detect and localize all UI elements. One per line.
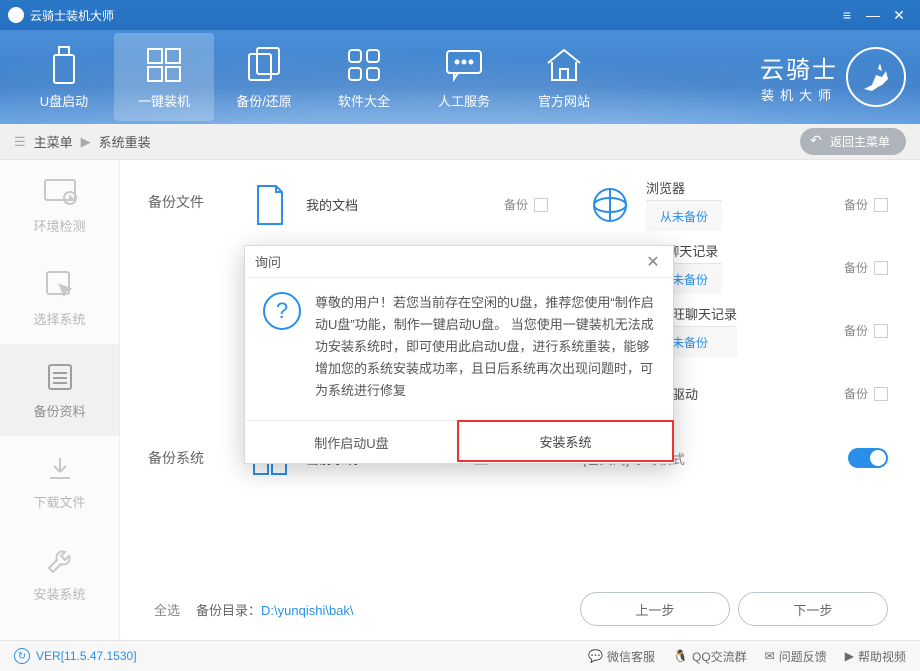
cursor-icon: [44, 269, 76, 301]
link-wechat[interactable]: 💬微信客服: [588, 648, 655, 665]
nav-backup-restore[interactable]: 备份/还原: [214, 33, 314, 121]
question-icon: ?: [263, 292, 301, 330]
checkbox[interactable]: [874, 261, 888, 275]
monitor-icon: [43, 178, 77, 208]
backup-label: 备份: [844, 196, 868, 213]
chat-icon: [444, 45, 484, 85]
link-qq[interactable]: 🐧QQ交流群: [673, 648, 747, 665]
brand-sub: 装机大师: [760, 85, 838, 104]
sidebar-label: 备份资料: [33, 401, 85, 420]
dialog-title: 询问: [255, 252, 281, 271]
status-bar: ↻ VER[11.5.47.1530] 💬微信客服 🐧QQ交流群 ✉问题反馈 ▶…: [0, 640, 920, 671]
brand: 云骑士 装机大师: [760, 47, 906, 107]
file-name: 浏览器: [646, 178, 722, 197]
nav-usb-boot[interactable]: U盘启动: [14, 33, 114, 121]
next-button[interactable]: 下一步: [738, 592, 888, 626]
apps-icon: [345, 45, 383, 85]
dialog-close-button[interactable]: ✕: [643, 252, 663, 272]
nav-label: 软件大全: [338, 91, 390, 110]
footer-controls: 全选 备份目录：D:\yunqishi\bak\ 上一步 下一步: [148, 592, 888, 626]
globe-icon: [588, 183, 632, 227]
sidebar-item-download[interactable]: 下载文件: [0, 436, 119, 528]
nav-label: 官方网站: [538, 91, 590, 110]
dialog-message: 尊敬的用户！若您当前存在空闲的U盘，推荐您使用“制作启动U盘”功能，制作一键启动…: [315, 292, 655, 402]
back-to-main-button[interactable]: 返回主菜单: [800, 128, 906, 155]
checkbox[interactable]: [874, 387, 888, 401]
sidebar: 环境检测 选择系统 备份资料 下载文件 安装系统: [0, 160, 120, 640]
install-system-button[interactable]: 安装系统: [457, 420, 674, 462]
backup-path: 备份目录：D:\yunqishi\bak\: [196, 600, 354, 619]
section-label: 备份文件: [148, 178, 218, 212]
sidebar-label: 选择系统: [33, 309, 85, 328]
crumb-main[interactable]: 主菜单: [34, 132, 73, 151]
wrench-icon: [45, 546, 75, 576]
checkbox[interactable]: [874, 198, 888, 212]
backup-icon: [245, 45, 283, 85]
section-label: 备份系统: [148, 448, 218, 468]
sidebar-label: 环境检测: [33, 216, 85, 235]
nav-one-click-install[interactable]: 一键装机: [114, 33, 214, 121]
sidebar-item-install[interactable]: 安装系统: [0, 528, 119, 620]
backup-label: 备份: [504, 196, 528, 213]
sidebar-item-env[interactable]: 环境检测: [0, 160, 119, 252]
knight-icon: [846, 47, 906, 107]
backup-status: 从未备份: [646, 200, 722, 231]
top-nav: U盘启动 一键装机 备份/还原 软件大全 人工服务 官方网站 云骑士 装机大师: [0, 30, 920, 124]
home-icon: [544, 45, 584, 85]
nav-label: 一键装机: [138, 91, 190, 110]
link-feedback[interactable]: ✉问题反馈: [765, 648, 827, 665]
app-title: 云骑士装机大师: [30, 7, 834, 24]
sidebar-item-backup[interactable]: 备份资料: [0, 344, 119, 436]
av-toggle[interactable]: [848, 448, 888, 468]
breadcrumb: ☰ 主菜单 ▶ 系统重装 返回主菜单: [0, 124, 920, 160]
titlebar: 云骑士装机大师 ≡ — ✕: [0, 0, 920, 30]
crumb-current: 系统重装: [99, 132, 151, 151]
file-item-docs: 我的文档 备份: [248, 178, 548, 231]
minimize-button[interactable]: —: [860, 5, 886, 25]
confirm-dialog: 询问 ✕ ? 尊敬的用户！若您当前存在空闲的U盘，推荐您使用“制作启动U盘”功能…: [244, 245, 674, 464]
checkbox[interactable]: [874, 324, 888, 338]
link-video[interactable]: ▶帮助视频: [845, 648, 906, 665]
usb-icon: [51, 45, 77, 85]
chevron-right-icon: ▶: [81, 134, 91, 150]
download-icon: [45, 454, 75, 484]
sidebar-label: 安装系统: [33, 584, 85, 603]
make-usb-button[interactable]: 制作启动U盘: [245, 421, 458, 463]
file-name: 我的文档: [306, 195, 358, 214]
doc-icon: [248, 183, 292, 227]
refresh-icon[interactable]: ↻: [14, 648, 30, 664]
dialog-title-bar: 询问 ✕: [245, 246, 673, 278]
nav-website[interactable]: 官方网站: [514, 33, 614, 121]
doc-stack-icon: [45, 361, 75, 393]
backup-label: 备份: [844, 259, 868, 276]
select-all[interactable]: 全选: [148, 600, 180, 619]
nav-label: 备份/还原: [236, 91, 292, 110]
nav-label: 人工服务: [438, 91, 490, 110]
path-link[interactable]: D:\yunqishi\bak\: [261, 603, 354, 618]
app-logo-icon: [8, 7, 24, 23]
sidebar-label: 下载文件: [33, 492, 85, 511]
nav-software[interactable]: 软件大全: [314, 33, 414, 121]
checkbox[interactable]: [534, 198, 548, 212]
backup-label: 备份: [844, 322, 868, 339]
nav-service[interactable]: 人工服务: [414, 33, 514, 121]
prev-button[interactable]: 上一步: [580, 592, 730, 626]
menu-icon[interactable]: ≡: [834, 5, 860, 25]
sidebar-item-select[interactable]: 选择系统: [0, 252, 119, 344]
close-button[interactable]: ✕: [886, 5, 912, 25]
file-item-browser: 浏览器从未备份 备份: [588, 178, 888, 231]
brand-name: 云骑士: [760, 50, 838, 85]
windows-icon: [144, 45, 184, 85]
list-icon: ☰: [14, 134, 26, 150]
backup-label: 备份: [844, 385, 868, 402]
version-text: VER[11.5.47.1530]: [36, 649, 137, 663]
nav-label: U盘启动: [40, 91, 88, 110]
